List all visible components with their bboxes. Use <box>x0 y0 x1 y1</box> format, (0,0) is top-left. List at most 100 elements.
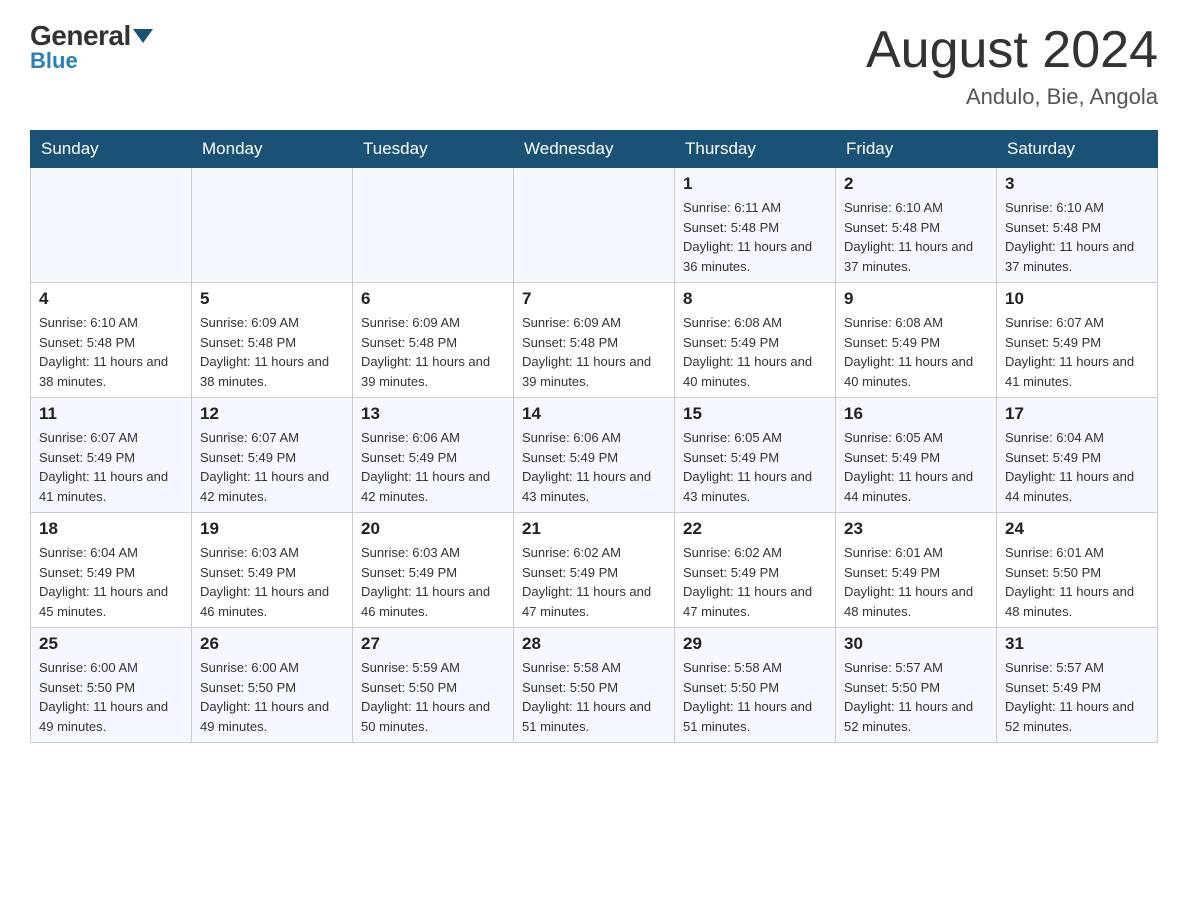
day-cell: 13 Sunrise: 6:06 AM Sunset: 5:49 PM Dayli… <box>353 398 514 513</box>
day-info: Sunrise: 6:01 AM Sunset: 5:50 PM Dayligh… <box>1005 543 1149 621</box>
header-cell-friday: Friday <box>836 131 997 168</box>
day-number: 2 <box>844 174 988 194</box>
day-cell: 17Sunrise: 6:04 AM Sunset: 5:49 PM Dayli… <box>997 398 1158 513</box>
day-info: Sunrise: 6:03 AM Sunset: 5:49 PM Dayligh… <box>200 543 344 621</box>
calendar-header: SundayMondayTuesdayWednesdayThursdayFrid… <box>31 131 1158 168</box>
header-cell-saturday: Saturday <box>997 131 1158 168</box>
day-number: 30 <box>844 634 988 654</box>
day-number: 14 <box>522 404 666 424</box>
calendar-body: 1 Sunrise: 6:11 AM Sunset: 5:48 PM Daylig… <box>31 168 1158 743</box>
day-info: Sunrise: 6:03 AM Sunset: 5:49 PM Dayligh… <box>361 543 505 621</box>
day-info: Sunrise: 6:09 AM Sunset: 5:48 PM Dayligh… <box>522 313 666 391</box>
day-info: Sunrise: 6:09 AM Sunset: 5:48 PM Dayligh… <box>361 313 505 391</box>
day-info: Sunrise: 6:04 AM Sunset: 5:49 PM Dayligh… <box>1005 428 1149 506</box>
day-number: 5 <box>200 289 344 309</box>
day-number: 16 <box>844 404 988 424</box>
day-cell: 26 Sunrise: 6:00 AM Sunset: 5:50 PM Dayli… <box>192 628 353 743</box>
day-cell: 19Sunrise: 6:03 AM Sunset: 5:49 PM Dayli… <box>192 513 353 628</box>
day-number: 21 <box>522 519 666 539</box>
day-cell: 23 Sunrise: 6:01 AM Sunset: 5:49 PM Dayli… <box>836 513 997 628</box>
day-cell: 8 Sunrise: 6:08 AM Sunset: 5:49 PM Daylig… <box>675 283 836 398</box>
day-cell: 6 Sunrise: 6:09 AM Sunset: 5:48 PM Daylig… <box>353 283 514 398</box>
day-number: 26 <box>200 634 344 654</box>
day-info: Sunrise: 6:10 AM Sunset: 5:48 PM Dayligh… <box>39 313 183 391</box>
day-number: 13 <box>361 404 505 424</box>
header-cell-monday: Monday <box>192 131 353 168</box>
calendar-table: SundayMondayTuesdayWednesdayThursdayFrid… <box>30 130 1158 743</box>
week-row-2: 4 Sunrise: 6:10 AM Sunset: 5:48 PM Daylig… <box>31 283 1158 398</box>
day-cell: 29Sunrise: 5:58 AM Sunset: 5:50 PM Dayli… <box>675 628 836 743</box>
day-info: Sunrise: 6:11 AM Sunset: 5:48 PM Dayligh… <box>683 198 827 276</box>
day-number: 23 <box>844 519 988 539</box>
day-cell: 20 Sunrise: 6:03 AM Sunset: 5:49 PM Dayli… <box>353 513 514 628</box>
day-info: Sunrise: 5:58 AM Sunset: 5:50 PM Dayligh… <box>522 658 666 736</box>
day-cell: 22Sunrise: 6:02 AM Sunset: 5:49 PM Dayli… <box>675 513 836 628</box>
header-cell-thursday: Thursday <box>675 131 836 168</box>
logo: General Blue <box>30 20 153 74</box>
day-number: 8 <box>683 289 827 309</box>
header-row: SundayMondayTuesdayWednesdayThursdayFrid… <box>31 131 1158 168</box>
day-cell: 15Sunrise: 6:05 AM Sunset: 5:49 PM Dayli… <box>675 398 836 513</box>
day-info: Sunrise: 6:07 AM Sunset: 5:49 PM Dayligh… <box>200 428 344 506</box>
title-block: August 2024 Andulo, Bie, Angola <box>866 20 1158 110</box>
day-info: Sunrise: 6:04 AM Sunset: 5:49 PM Dayligh… <box>39 543 183 621</box>
logo-blue: Blue <box>30 48 78 74</box>
day-number: 7 <box>522 289 666 309</box>
day-info: Sunrise: 5:59 AM Sunset: 5:50 PM Dayligh… <box>361 658 505 736</box>
day-number: 6 <box>361 289 505 309</box>
day-cell: 28 Sunrise: 5:58 AM Sunset: 5:50 PM Dayli… <box>514 628 675 743</box>
day-number: 22 <box>683 519 827 539</box>
day-number: 4 <box>39 289 183 309</box>
week-row-3: 11 Sunrise: 6:07 AM Sunset: 5:49 PM Dayli… <box>31 398 1158 513</box>
day-cell <box>514 168 675 283</box>
day-info: Sunrise: 6:06 AM Sunset: 5:49 PM Dayligh… <box>361 428 505 506</box>
day-cell: 30Sunrise: 5:57 AM Sunset: 5:50 PM Dayli… <box>836 628 997 743</box>
day-info: Sunrise: 6:07 AM Sunset: 5:49 PM Dayligh… <box>1005 313 1149 391</box>
day-cell: 2Sunrise: 6:10 AM Sunset: 5:48 PM Daylig… <box>836 168 997 283</box>
day-info: Sunrise: 6:05 AM Sunset: 5:49 PM Dayligh… <box>844 428 988 506</box>
week-row-1: 1 Sunrise: 6:11 AM Sunset: 5:48 PM Daylig… <box>31 168 1158 283</box>
day-cell <box>31 168 192 283</box>
day-info: Sunrise: 6:02 AM Sunset: 5:49 PM Dayligh… <box>522 543 666 621</box>
day-info: Sunrise: 6:01 AM Sunset: 5:49 PM Dayligh… <box>844 543 988 621</box>
day-number: 31 <box>1005 634 1149 654</box>
day-number: 11 <box>39 404 183 424</box>
day-cell <box>192 168 353 283</box>
day-cell: 10 Sunrise: 6:07 AM Sunset: 5:49 PM Dayli… <box>997 283 1158 398</box>
day-cell: 24 Sunrise: 6:01 AM Sunset: 5:50 PM Dayli… <box>997 513 1158 628</box>
day-number: 18 <box>39 519 183 539</box>
header-cell-wednesday: Wednesday <box>514 131 675 168</box>
day-number: 20 <box>361 519 505 539</box>
day-info: Sunrise: 6:00 AM Sunset: 5:50 PM Dayligh… <box>200 658 344 736</box>
day-number: 9 <box>844 289 988 309</box>
logo-arrow-icon <box>133 29 153 43</box>
day-info: Sunrise: 6:08 AM Sunset: 5:49 PM Dayligh… <box>844 313 988 391</box>
day-info: Sunrise: 5:57 AM Sunset: 5:49 PM Dayligh… <box>1005 658 1149 736</box>
day-cell: 12Sunrise: 6:07 AM Sunset: 5:49 PM Dayli… <box>192 398 353 513</box>
day-number: 29 <box>683 634 827 654</box>
day-cell <box>353 168 514 283</box>
day-cell: 18 Sunrise: 6:04 AM Sunset: 5:49 PM Dayli… <box>31 513 192 628</box>
month-year-title: August 2024 <box>866 20 1158 80</box>
header-cell-tuesday: Tuesday <box>353 131 514 168</box>
day-cell: 11 Sunrise: 6:07 AM Sunset: 5:49 PM Dayli… <box>31 398 192 513</box>
day-number: 28 <box>522 634 666 654</box>
day-info: Sunrise: 6:00 AM Sunset: 5:50 PM Dayligh… <box>39 658 183 736</box>
day-cell: 9 Sunrise: 6:08 AM Sunset: 5:49 PM Daylig… <box>836 283 997 398</box>
day-cell: 21 Sunrise: 6:02 AM Sunset: 5:49 PM Dayli… <box>514 513 675 628</box>
day-cell: 5Sunrise: 6:09 AM Sunset: 5:48 PM Daylig… <box>192 283 353 398</box>
day-cell: 7 Sunrise: 6:09 AM Sunset: 5:48 PM Daylig… <box>514 283 675 398</box>
day-cell: 3 Sunrise: 6:10 AM Sunset: 5:48 PM Daylig… <box>997 168 1158 283</box>
day-number: 15 <box>683 404 827 424</box>
day-number: 1 <box>683 174 827 194</box>
day-number: 24 <box>1005 519 1149 539</box>
day-info: Sunrise: 6:07 AM Sunset: 5:49 PM Dayligh… <box>39 428 183 506</box>
page-header: General Blue August 2024 Andulo, Bie, An… <box>30 20 1158 110</box>
day-cell: 14Sunrise: 6:06 AM Sunset: 5:49 PM Dayli… <box>514 398 675 513</box>
location-subtitle: Andulo, Bie, Angola <box>866 84 1158 110</box>
day-info: Sunrise: 6:08 AM Sunset: 5:49 PM Dayligh… <box>683 313 827 391</box>
day-info: Sunrise: 6:10 AM Sunset: 5:48 PM Dayligh… <box>1005 198 1149 276</box>
day-number: 3 <box>1005 174 1149 194</box>
day-number: 10 <box>1005 289 1149 309</box>
day-cell: 27Sunrise: 5:59 AM Sunset: 5:50 PM Dayli… <box>353 628 514 743</box>
